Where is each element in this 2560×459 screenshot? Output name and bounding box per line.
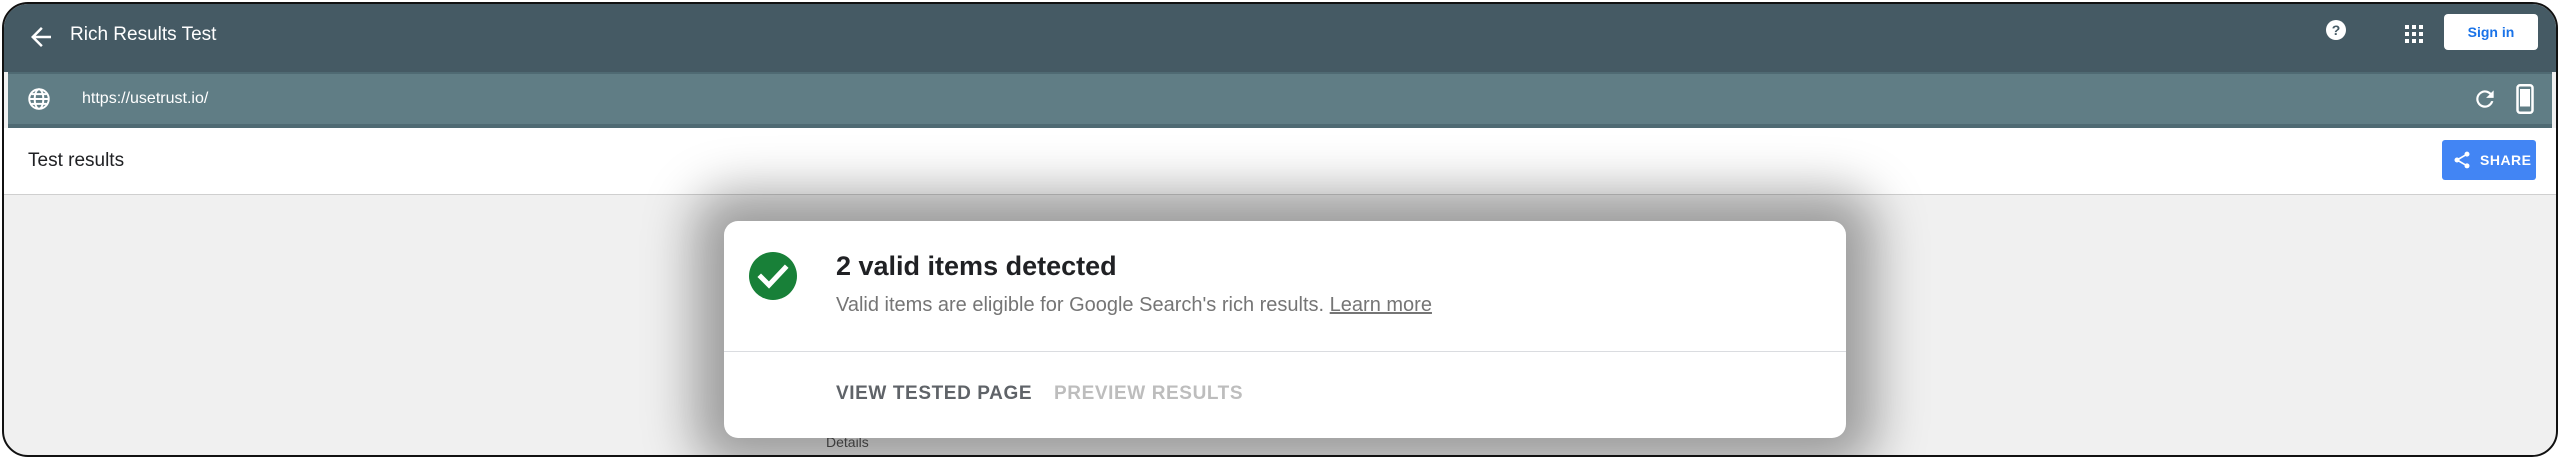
url-bar: https://usetrust.io/ bbox=[8, 72, 2552, 130]
tested-url[interactable]: https://usetrust.io/ bbox=[82, 86, 208, 112]
app-title: Rich Results Test bbox=[70, 24, 217, 45]
description-text: Valid items are eligible for Google Sear… bbox=[836, 294, 1325, 316]
share-label: SHARE bbox=[2480, 152, 2532, 168]
sign-in-button[interactable]: Sign in bbox=[2444, 14, 2538, 50]
help-icon[interactable]: ? bbox=[2324, 18, 2348, 42]
valid-items-description: Valid items are eligible for Google Sear… bbox=[836, 291, 1432, 319]
test-results-header: Test results SHARE bbox=[4, 128, 2556, 195]
card-divider bbox=[724, 351, 1846, 352]
test-results-title: Test results bbox=[28, 150, 125, 171]
apps-grid-icon[interactable] bbox=[2402, 22, 2426, 46]
globe-icon bbox=[28, 88, 50, 110]
reload-icon[interactable] bbox=[2472, 86, 2498, 112]
smartphone-icon[interactable] bbox=[2514, 84, 2536, 114]
preview-results-button[interactable]: PREVIEW RESULTS bbox=[1054, 383, 1243, 405]
learn-more-link[interactable]: Learn more bbox=[1330, 294, 1432, 316]
arrow-back-icon[interactable] bbox=[26, 22, 56, 52]
top-app-bar: Rich Results Test ? Sign in bbox=[4, 4, 2556, 72]
valid-items-headline: 2 valid items detected bbox=[836, 251, 1117, 281]
app-frame: Rich Results Test ? Sign in https://uset… bbox=[2, 2, 2558, 457]
check-circle-icon bbox=[749, 252, 797, 300]
result-summary-card: 2 valid items detected Valid items are e… bbox=[724, 221, 1846, 438]
share-icon bbox=[2454, 151, 2470, 169]
view-tested-page-button[interactable]: VIEW TESTED PAGE bbox=[836, 383, 1032, 405]
svg-text:?: ? bbox=[2332, 22, 2341, 38]
share-button[interactable]: SHARE bbox=[2442, 140, 2536, 180]
